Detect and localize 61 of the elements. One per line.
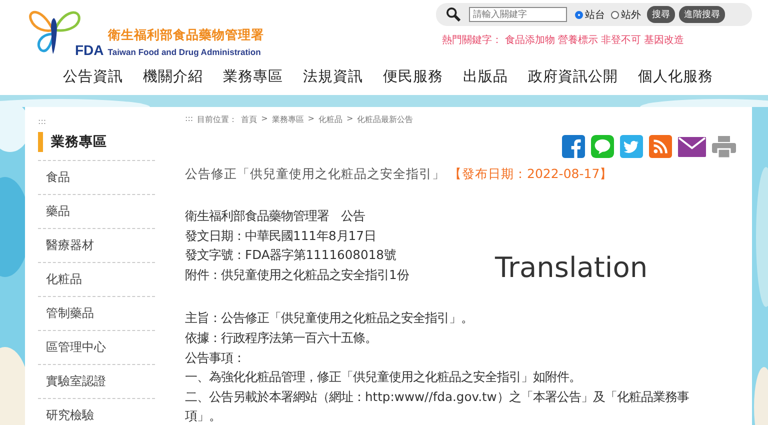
mail-icon[interactable] — [678, 136, 706, 156]
keyword-link[interactable]: 食品添加物 — [505, 33, 555, 47]
document-line: 發文日期：中華民國111年8月17日 — [185, 228, 376, 245]
sidebar-title: 業務專區 — [38, 132, 155, 152]
keyword-link[interactable]: 非登不可 — [601, 33, 641, 47]
hot-keywords-label: 熱門關鍵字： — [442, 34, 502, 47]
search-field[interactable]: 請輸入關鍵字 — [469, 7, 567, 22]
search-button[interactable]: 進階搜尋 — [679, 6, 725, 23]
article-title: 公告修正「供兒童使用之化粧品之安全指引」 — [185, 166, 445, 181]
radio-button[interactable] — [611, 10, 619, 18]
sidebar-item[interactable]: 研究檢驗 — [38, 398, 155, 425]
breadcrumb-separator: > — [261, 114, 268, 125]
breadcrumb-label: 目前位置： — [197, 114, 238, 125]
sidebar-item[interactable]: 區管理中心 — [38, 330, 155, 364]
agency-name: 衛生福利部食品藥物管理署 — [108, 27, 264, 44]
nav-item[interactable]: 法規資訊 — [303, 67, 363, 86]
keyword-link[interactable]: 營養標示 — [558, 33, 598, 47]
nav-item[interactable]: 公告資訊 — [63, 67, 123, 86]
nav-item[interactable]: 機關介紹 — [143, 67, 203, 86]
sidebar-item[interactable]: 食品 — [38, 160, 155, 194]
nav-item[interactable]: 業務專區 — [223, 67, 283, 86]
document-line: 發文字號：FDA器字第1111608018號 — [185, 247, 396, 264]
radio-label: 站台 — [585, 8, 605, 22]
breadcrumb-separator: > — [346, 114, 354, 125]
paragraph: 依據：行政程序法第一百六十五條。 — [185, 330, 377, 347]
agency-english-name: Taiwan Food and Drug Administration — [108, 47, 262, 57]
radio-button[interactable] — [575, 10, 583, 18]
breadcrumb-link[interactable]: 化粧品最新公告 — [357, 114, 414, 125]
paragraph: 二、公告另載於本署網站（網址：http:www//fda.gov.tw）之「本署公告」及「化粧品業務事項」。 — [185, 388, 690, 425]
keyword-link[interactable]: 基因改造 — [644, 33, 684, 47]
sidebar-item[interactable]: 醫療器材 — [38, 228, 155, 262]
nav-item[interactable]: 個人化服務 — [638, 67, 713, 86]
radio-label: 站外 — [621, 8, 641, 22]
anchor-marker: ::: — [38, 117, 48, 126]
logo-text: FDA — [75, 42, 104, 58]
paragraph: 公告事項： — [185, 350, 245, 367]
document-line: 衛生福利部食品藥物管理署 公告 — [185, 208, 365, 225]
nav-item[interactable]: 便民服務 — [383, 67, 443, 86]
breadcrumb-separator: > — [308, 114, 314, 125]
paragraph: 一、為強化化粧品管理，修正「供兒童使用之化粧品之安全指引」如附件。 — [185, 369, 581, 386]
sidebar-item[interactable]: 管制藥品 — [38, 296, 155, 330]
paragraph: 主旨：公告修正「供兒童使用之化粧品之安全指引」。 — [185, 310, 473, 328]
sidebar-item[interactable]: 化粧品 — [38, 262, 155, 296]
publish-date: 【發布日期：2022-08-17】 — [449, 166, 613, 181]
print-icon[interactable] — [712, 136, 736, 158]
breadcrumb-link[interactable]: 首頁 — [241, 114, 258, 125]
search-icon — [446, 7, 461, 22]
anchor-marker: ::: — [185, 114, 194, 125]
facebook-icon[interactable] — [562, 135, 585, 158]
sidebar-item[interactable]: 藥品 — [38, 194, 155, 228]
chat-bubble-icon[interactable] — [591, 135, 614, 158]
bird-icon[interactable] — [620, 135, 643, 158]
nav-item[interactable]: 政府資訊公開 — [528, 67, 618, 86]
nav-item[interactable]: 出版品 — [463, 67, 508, 86]
document-line: 附件：供兒童使用之化粧品之安全指引1份 — [185, 266, 409, 284]
breadcrumb-link[interactable]: 業務專區 — [272, 114, 304, 125]
sidebar-item[interactable]: 實驗室認證 — [38, 364, 155, 398]
search-button[interactable]: 搜尋 — [647, 6, 675, 23]
caption-label: Translation — [495, 251, 648, 284]
breadcrumb-link[interactable]: 化粧品 — [318, 114, 342, 125]
rss-icon[interactable] — [649, 135, 672, 158]
